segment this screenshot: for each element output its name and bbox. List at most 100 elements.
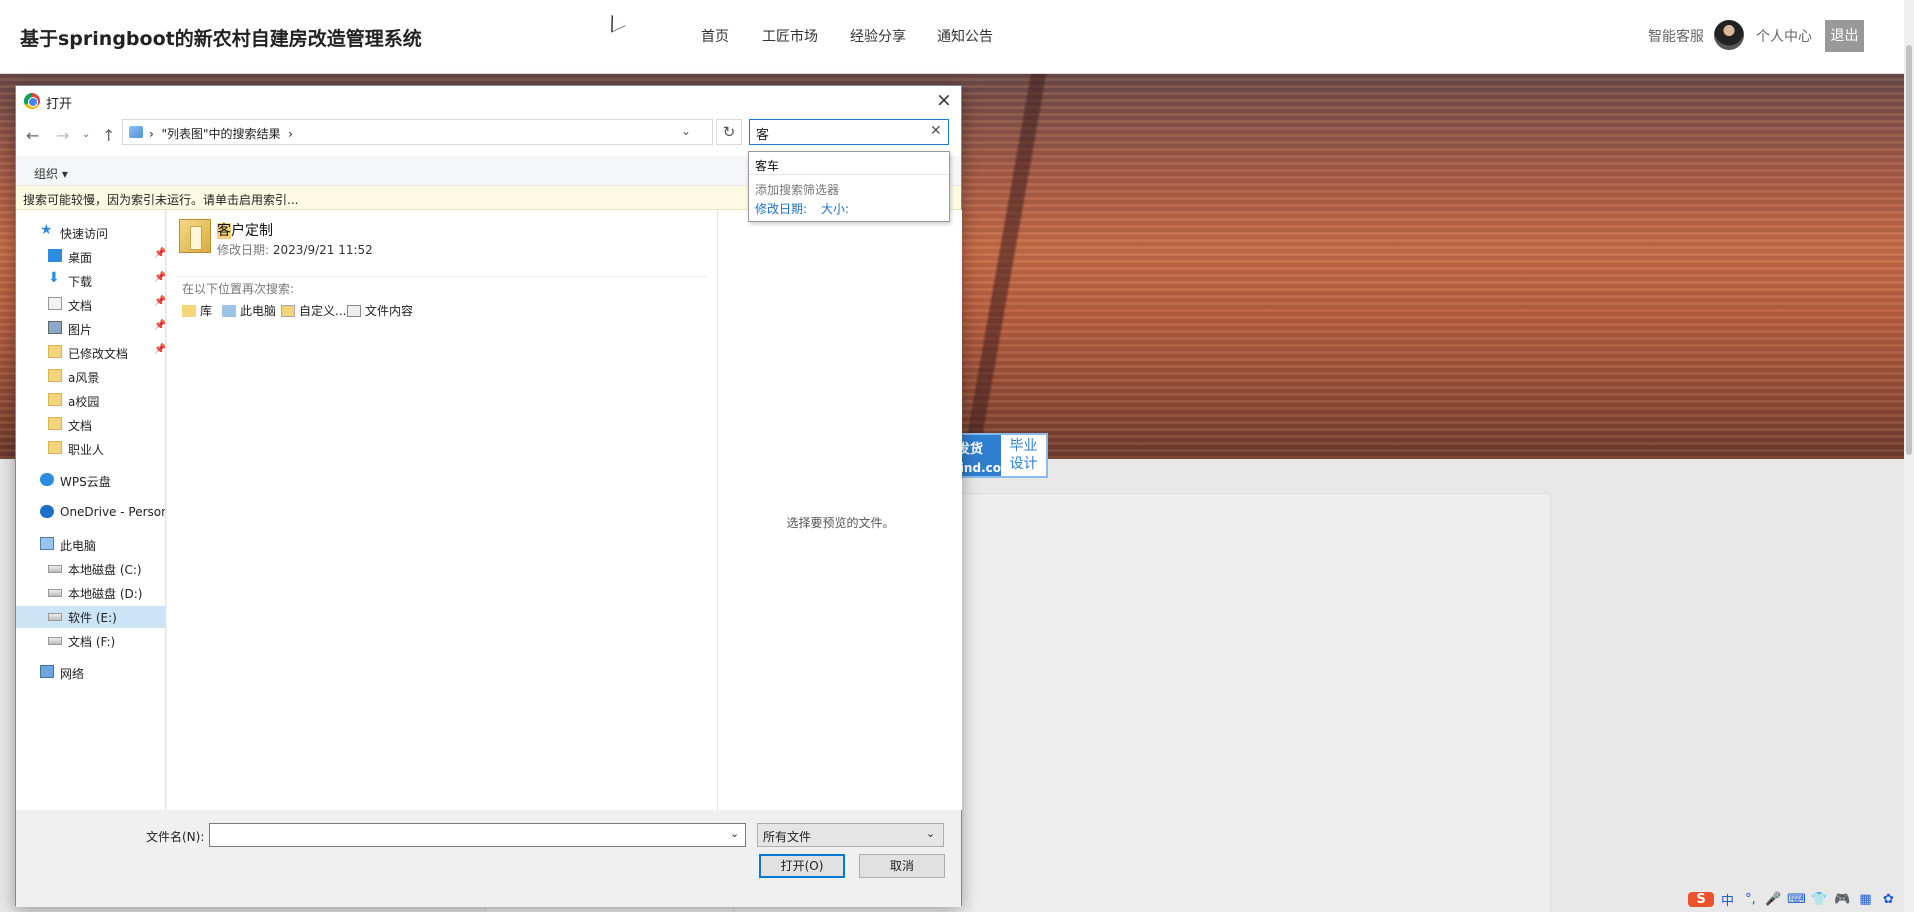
nav-drive-f[interactable]: 文档 (F:) xyxy=(48,630,160,652)
sogou-logo-icon[interactable]: S xyxy=(1688,891,1714,907)
settings-flower-icon[interactable]: ✿ xyxy=(1879,892,1898,907)
nav-network[interactable]: 网络 xyxy=(40,662,160,684)
address-chevron-down-icon[interactable]: ⌄ xyxy=(681,124,691,138)
nav-modified-docs[interactable]: 已修改文档 📌 xyxy=(48,342,165,364)
smart-support-link[interactable]: 智能客服 xyxy=(1648,26,1704,46)
nav-wps-cloud[interactable]: WPS云盘 xyxy=(40,470,160,492)
nav-downloads[interactable]: ⬇ 下载 📌 xyxy=(48,270,165,292)
up-arrow-icon[interactable]: ↑ xyxy=(102,126,115,145)
location-label: 自定义... xyxy=(299,304,347,318)
location-label: 库 xyxy=(200,304,213,318)
nav-home[interactable]: 首页 xyxy=(701,26,729,46)
drive-icon xyxy=(48,613,62,621)
file-name: 客户定制 xyxy=(217,220,273,240)
pin-icon: 📌 xyxy=(154,248,166,259)
logout-button[interactable]: 退出 xyxy=(1825,20,1864,52)
folder-icon xyxy=(48,417,62,430)
nav-craftsman-market[interactable]: 工匠市场 xyxy=(762,26,818,46)
chrome-icon xyxy=(24,93,40,109)
punctuation-icon[interactable]: °, xyxy=(1741,892,1760,907)
pin-icon: 📌 xyxy=(154,320,166,331)
nav-quick-access[interactable]: ★ 快速访问 xyxy=(40,222,160,244)
nav-this-pc[interactable]: 此电脑 xyxy=(40,534,160,556)
filetype-select[interactable]: 所有文件 ⌄ xyxy=(757,823,944,847)
library-icon xyxy=(182,305,196,317)
watermark-side-box: 毕业 设计 xyxy=(1001,435,1046,476)
nav-label: OneDrive - Persona xyxy=(60,505,166,519)
nav-drive-d[interactable]: 本地磁盘 (D:) xyxy=(48,582,160,604)
computer-icon xyxy=(222,305,236,317)
nav-label: 下载 xyxy=(68,275,93,289)
search-results-folder-icon xyxy=(129,126,143,138)
nav-a-scenery[interactable]: a风景 xyxy=(48,366,160,388)
profile-link[interactable]: 个人中心 xyxy=(1756,26,1812,46)
file-result-item[interactable]: 客户定制 修改日期: 2023/9/21 11:52 xyxy=(179,216,599,260)
clear-search-icon[interactable]: ✕ xyxy=(930,123,942,139)
nav-notices[interactable]: 通知公告 xyxy=(937,26,993,46)
nav-professional[interactable]: 职业人 xyxy=(48,438,160,460)
address-bar[interactable]: › "列表图"中的搜索结果 › ⌄ xyxy=(122,119,713,145)
search-in-this-pc[interactable]: 此电脑 xyxy=(222,302,276,319)
nav-documents[interactable]: 文档 📌 xyxy=(48,294,165,316)
divider xyxy=(177,276,707,277)
recent-chevron-down-icon[interactable]: ⌄ xyxy=(82,129,90,140)
filename-input[interactable]: ⌄ xyxy=(209,823,746,847)
computer-icon xyxy=(40,537,54,550)
drive-icon xyxy=(48,565,62,573)
filename-chevron-down-icon[interactable]: ⌄ xyxy=(730,827,739,840)
page-scroll-thumb[interactable] xyxy=(1906,45,1912,455)
nav-a-campus[interactable]: a校园 xyxy=(48,390,160,412)
filter-size[interactable]: 大小: xyxy=(821,200,849,217)
search-in-library[interactable]: 库 xyxy=(182,302,212,319)
drive-icon xyxy=(48,589,62,597)
skin-icon[interactable]: 👕 xyxy=(1810,892,1829,907)
document-icon xyxy=(48,297,62,310)
address-text: "列表图"中的搜索结果 xyxy=(161,127,281,141)
filter-date-modified[interactable]: 修改日期: xyxy=(755,200,807,217)
toolbox-icon[interactable]: ▦ xyxy=(1856,892,1875,907)
dialog-titlebar[interactable]: 打开 × xyxy=(16,86,961,116)
refresh-icon[interactable]: ↻ xyxy=(716,119,742,145)
nav-label: 软件 (E:) xyxy=(68,611,117,625)
watermark-side-1: 毕业 xyxy=(1009,438,1038,454)
dialog-footer: 文件名(N): ⌄ 所有文件 ⌄ 打开(O) 取消 xyxy=(16,810,961,907)
nav-onedrive[interactable]: OneDrive - Persona xyxy=(40,502,166,524)
organize-menu-button[interactable]: 组织 ▾ xyxy=(34,165,68,182)
microphone-icon[interactable]: 🎤 xyxy=(1764,892,1783,907)
nav-drive-e[interactable]: 软件 (E:) xyxy=(16,606,165,628)
custom-folder-icon xyxy=(281,305,295,317)
open-button[interactable]: 打开(O) xyxy=(759,854,845,878)
nav-label: 文档 (F:) xyxy=(68,635,116,649)
drive-icon xyxy=(48,637,62,645)
cancel-button[interactable]: 取消 xyxy=(859,854,945,878)
organize-label: 组织 xyxy=(34,167,59,181)
preview-pane: 选择要预览的文件。 xyxy=(717,210,962,810)
search-input[interactable]: 客 ✕ xyxy=(749,119,949,145)
site-header: 基于springboot的新农村自建房改造管理系统 首页 工匠市场 经验分享 通… xyxy=(0,0,1904,74)
chinese-mode-icon[interactable]: 中 xyxy=(1718,890,1737,909)
file-meta-key: 修改日期: xyxy=(217,243,270,257)
nav-desktop[interactable]: 桌面 📌 xyxy=(48,246,165,268)
file-contents-icon xyxy=(347,305,361,317)
forward-arrow-icon[interactable]: → xyxy=(56,126,69,145)
watermark-side-2: 设计 xyxy=(1009,456,1038,472)
game-icon[interactable]: 🎮 xyxy=(1833,892,1852,907)
close-icon[interactable]: × xyxy=(936,89,952,111)
search-in-custom[interactable]: 自定义... xyxy=(281,302,346,319)
back-arrow-icon[interactable]: ← xyxy=(26,126,39,145)
address-breadcrumb[interactable]: › "列表图"中的搜索结果 › xyxy=(149,125,293,142)
ime-toolbar: S 中 °, 🎤 ⌨ 👕 🎮 ▦ ✿ xyxy=(1688,886,1904,912)
search-in-file-contents[interactable]: 文件内容 xyxy=(347,302,413,319)
nav-pictures[interactable]: 图片 📌 xyxy=(48,318,165,340)
folder-icon xyxy=(48,393,62,406)
nav-experience-share[interactable]: 经验分享 xyxy=(850,26,906,46)
site-title: 基于springboot的新农村自建房改造管理系统 xyxy=(20,28,422,50)
file-list-pane: 客户定制 修改日期: 2023/9/21 11:52 在以下位置再次搜索: 库 … xyxy=(167,210,717,810)
nav-drive-c[interactable]: 本地磁盘 (C:) xyxy=(48,558,160,580)
nav-documents-folder[interactable]: 文档 xyxy=(48,414,160,436)
suggestion-item[interactable]: 客车 xyxy=(755,157,779,174)
avatar[interactable] xyxy=(1714,20,1744,50)
pin-icon: 📌 xyxy=(154,344,166,355)
keyboard-icon[interactable]: ⌨ xyxy=(1787,892,1806,907)
filetype-chevron-down-icon: ⌄ xyxy=(926,827,936,840)
